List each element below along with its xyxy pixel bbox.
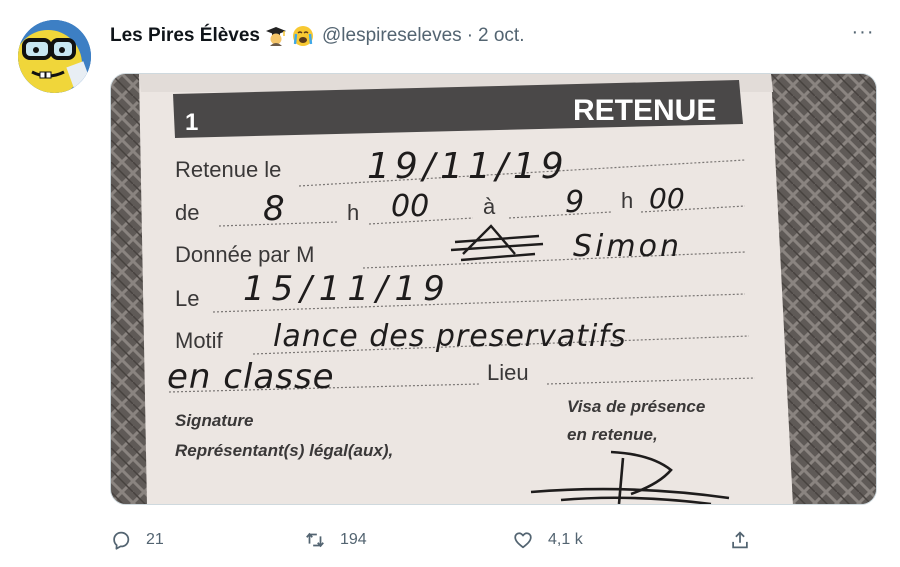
- display-name[interactable]: Les Pires Élèves: [110, 25, 260, 47]
- share-button[interactable]: [729, 522, 751, 558]
- reply-count: 21: [146, 531, 164, 548]
- avatar-image: [18, 20, 91, 93]
- retweet-button[interactable]: 194: [304, 522, 367, 558]
- de-label: de: [175, 200, 199, 225]
- visa-line-1: Visa de présence: [567, 397, 705, 416]
- de-value: 8: [263, 189, 285, 229]
- retenue-value: 19/11/19: [367, 146, 569, 187]
- card-heading: RETENUE: [573, 94, 716, 127]
- like-button[interactable]: 4,1 k: [512, 522, 583, 558]
- tweet-date[interactable]: 2 oct.: [478, 25, 524, 47]
- retweet-icon: [306, 532, 324, 548]
- visa-line-2: en retenue,: [567, 425, 658, 444]
- donnee-value: Simon: [573, 229, 682, 264]
- h-label-2: h: [621, 188, 633, 213]
- heart-icon: [514, 532, 532, 549]
- le-label: Le: [175, 286, 199, 311]
- motif-value-line-2: en classe: [167, 357, 335, 397]
- de-minutes: 00: [391, 189, 429, 224]
- signature-line-1: Signature: [175, 411, 253, 430]
- a-label: à: [483, 194, 496, 219]
- retweet-count: 194: [340, 531, 367, 548]
- graduate-emoji-icon: [265, 25, 287, 47]
- card-number: 1: [185, 109, 198, 136]
- reply-icon: [113, 531, 130, 550]
- tweet-photo[interactable]: 1 RETENUE Retenue le de h à h Donnée par…: [110, 73, 877, 505]
- a-minutes: 00: [649, 182, 685, 215]
- tweet-header: Les Pires Élèves @lespireseleves · 2 oct…: [110, 22, 525, 50]
- a-value: 9: [565, 185, 584, 220]
- user-handle[interactable]: @lespireseleves: [322, 25, 462, 47]
- detention-slip-photo: 1 RETENUE Retenue le de h à h Donnée par…: [111, 74, 876, 504]
- h-label-1: h: [347, 200, 359, 225]
- signature-line-2: Représentant(s) légal(aux),: [175, 441, 393, 460]
- more-options-icon[interactable]: ···: [848, 22, 878, 50]
- tweet-actions: 21 194 4,1 k: [110, 522, 770, 558]
- like-count: 4,1 k: [548, 531, 583, 548]
- motif-label: Motif: [175, 328, 224, 353]
- lieu-label: Lieu: [487, 360, 529, 385]
- retenue-label: Retenue le: [175, 157, 281, 182]
- separator-dot: ·: [466, 25, 474, 46]
- le-value: 15/11/19: [243, 269, 452, 309]
- motif-value-line-1: lance des preservatifs: [273, 319, 627, 354]
- crying-face-emoji-icon: [292, 25, 314, 47]
- avatar[interactable]: [18, 20, 91, 93]
- donnee-label: Donnée par M: [175, 242, 314, 267]
- reply-button[interactable]: 21: [110, 522, 164, 558]
- share-icon: [732, 531, 748, 549]
